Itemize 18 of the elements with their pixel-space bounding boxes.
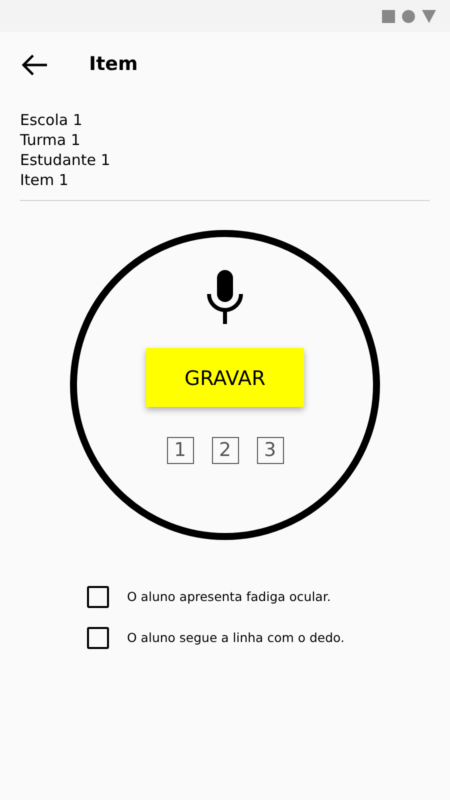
info-line: Turma 1 [20,130,82,150]
back-arrow-icon[interactable] [22,54,48,76]
checkbox[interactable] [87,627,109,649]
screen-title: Item [89,52,138,77]
info-line: Estudante 1 [20,150,112,170]
triangle-icon[interactable] [422,10,436,22]
circle-icon[interactable] [402,10,415,22]
checkbox-label: O aluno segue a linha com o dedo. [127,628,344,647]
attempt-number[interactable]: 3 [256,437,284,464]
attempt-number[interactable]: 1 [166,437,194,464]
checkbox[interactable] [87,586,109,608]
square-icon[interactable] [382,10,395,22]
checkbox-label: O aluno apresenta fadiga ocular. [127,588,331,606]
record-button[interactable]: GRAVAR [146,348,304,407]
attempt-number[interactable]: 2 [212,437,238,464]
microphone-icon [206,270,244,324]
info-line: Item 1 [20,170,70,190]
info-line: Escola 1 [20,110,84,130]
